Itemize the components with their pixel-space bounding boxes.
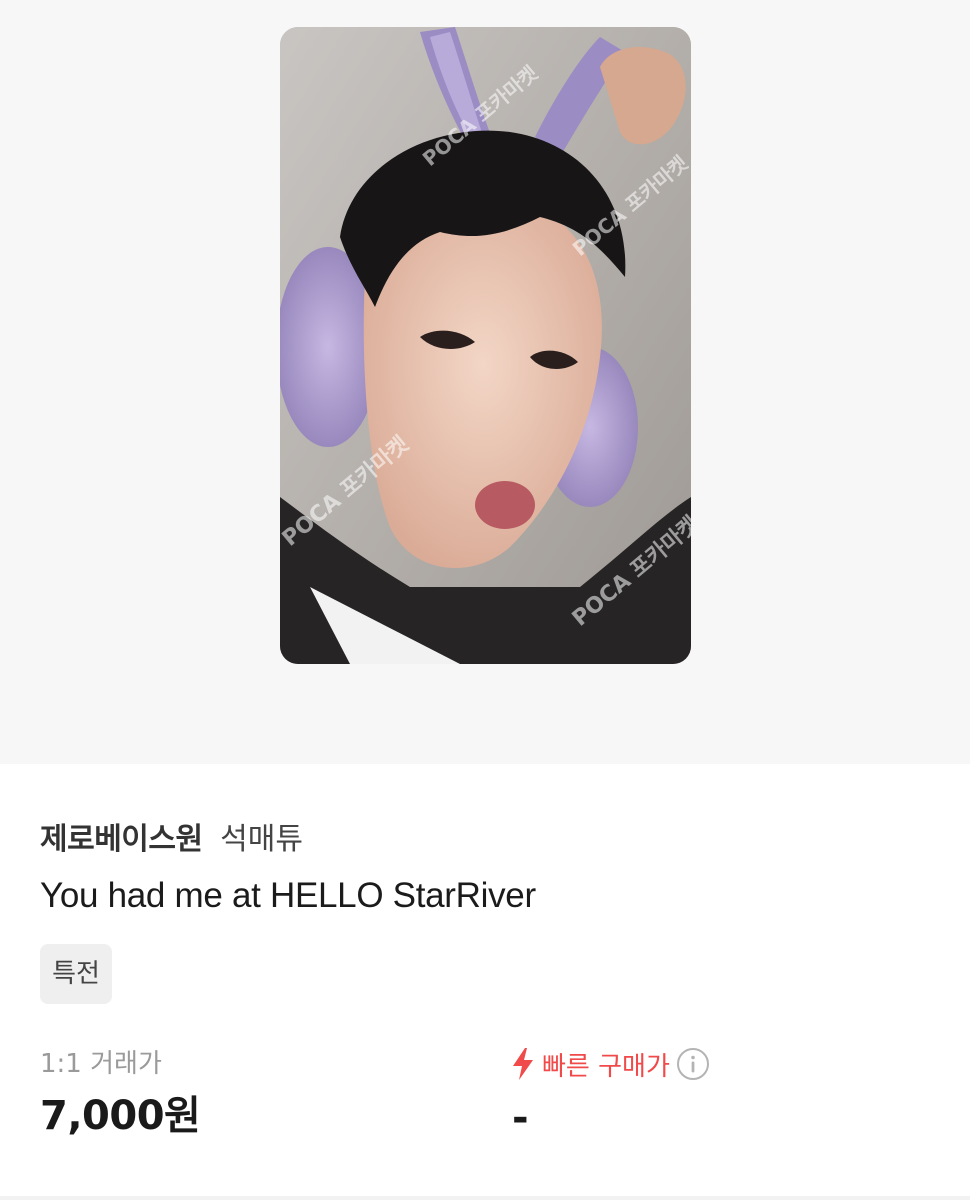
product-image-area: POCA 포카마켓 POCA 포카마켓 POCA 포카마켓 POCA 포카마켓 [0,0,970,764]
divider [0,1196,970,1200]
trade-price-label: 1:1 거래가 [40,1049,162,1079]
member-name[interactable]: 석매튜 [220,822,303,857]
info-circle-icon[interactable] [676,1047,710,1081]
album-title: You had me at HELLO StarRiver [40,876,536,915]
quick-buy-label: 빠른 구매가 [510,1044,710,1084]
quick-buy-label-text: 빠른 구매가 [542,1051,670,1082]
photocard-illustration: POCA 포카마켓 POCA 포카마켓 POCA 포카마켓 POCA 포카마켓 [280,27,691,664]
group-name[interactable]: 제로베이스원 [40,822,203,857]
artist-line: 제로베이스원 석매튜 [40,820,303,860]
lightning-icon [513,1048,533,1080]
photocard-image[interactable]: POCA 포카마켓 POCA 포카마켓 POCA 포카마켓 POCA 포카마켓 [280,27,691,664]
category-tag: 특전 [40,944,112,1004]
quick-buy-value: - [512,1095,529,1141]
product-info-section: 제로베이스원 석매튜 You had me at HELLO StarRiver… [0,764,970,1200]
trade-price-value: 7,000원 [40,1093,201,1139]
